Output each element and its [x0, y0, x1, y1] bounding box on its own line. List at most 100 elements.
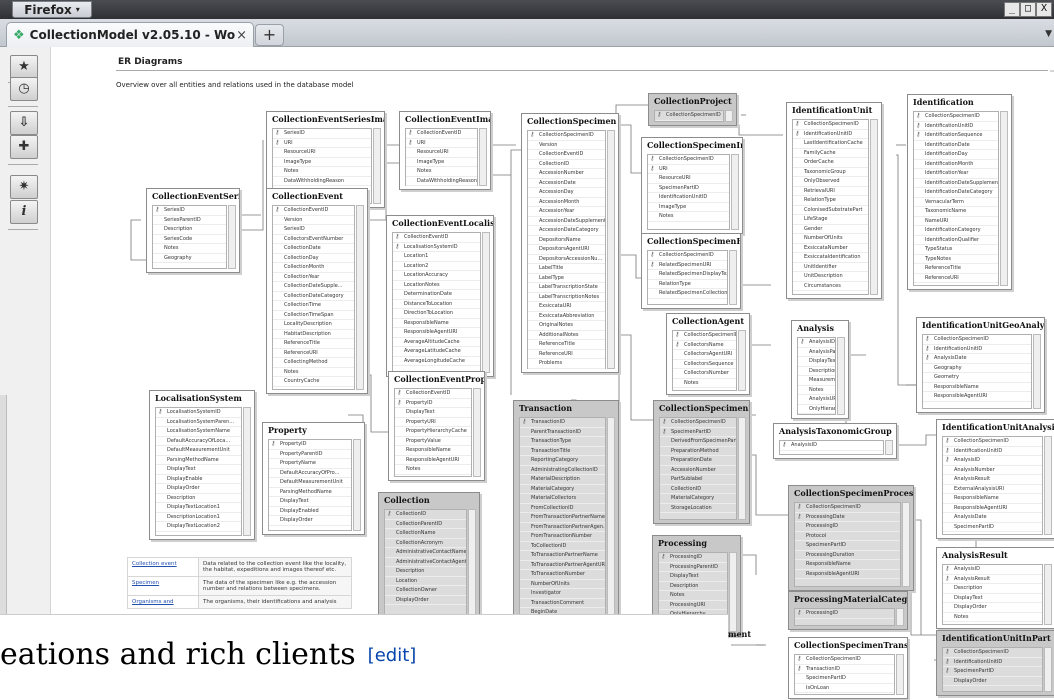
entity-table[interactable]: Property PropertyIDPropertyParentIDProper… [262, 422, 365, 535]
entity-scrollbar[interactable] [738, 417, 746, 520]
entity-scrollbar[interactable] [1044, 436, 1052, 535]
entity-table[interactable]: CollectionSpecimenTransaction CollectionS… [788, 637, 908, 699]
entity-field: SeriesID [273, 225, 354, 235]
history-icon[interactable]: ◷ [10, 77, 38, 101]
entity-scrollbar[interactable] [468, 509, 476, 615]
entity-scrollbar[interactable] [373, 128, 381, 204]
entity-scrollbar[interactable] [243, 407, 251, 536]
entity-scrollbar[interactable] [729, 250, 737, 305]
entity-scrollbar[interactable] [356, 205, 364, 390]
entity-field: DisplayText [798, 357, 835, 367]
entity-scrollbar[interactable] [738, 330, 746, 391]
key-field: LocalisationSystemID [393, 243, 480, 252]
maximize-button[interactable]: □ [1020, 2, 1036, 17]
legend-description: The organisms, their identifications and… [198, 595, 352, 609]
entity-scrollbar[interactable] [473, 388, 481, 477]
entity-scrollbar[interactable] [885, 440, 893, 455]
entity-table[interactable]: CollectionEventProperty CollectionEventID… [388, 371, 485, 481]
entity-table[interactable]: IdentificationUnitInPart CollectionSpecim… [936, 630, 1054, 696]
entity-field: ReferenceTitle [528, 340, 605, 350]
entity-title: AnalysisResult [942, 550, 1008, 560]
minimize-button[interactable]: _ [1004, 2, 1020, 17]
entity-field: ToTransactionPartnerName [520, 551, 605, 561]
entity-scrollbar[interactable] [353, 439, 361, 531]
entity-table[interactable]: ProcessingMaterialCategory ProcessingID [788, 591, 908, 630]
entity-table[interactable]: CollectionSpecimenRelation CollectionSpec… [641, 233, 741, 309]
tab-collection-model[interactable]: ❖ CollectionModel v2.05.10 - Workb... × [6, 22, 254, 47]
entity-scrollbar[interactable] [896, 654, 904, 695]
new-tab-button[interactable]: + [255, 24, 284, 46]
entity-title: Collection [384, 495, 430, 505]
entity-scrollbar[interactable] [870, 119, 878, 295]
entity-title: LocalisationSystem [155, 393, 242, 403]
entity-scrollbar[interactable] [1044, 647, 1052, 692]
entity-scrollbar[interactable] [837, 337, 845, 415]
left-scrollbar[interactable] [0, 395, 7, 625]
entity-table[interactable]: IdentificationUnitGeoAnalysis CollectionS… [916, 317, 1045, 413]
entity-field: AnalysisParentID [798, 348, 835, 357]
entity-table[interactable]: CollectionProject CollectionSpecimenID [648, 93, 737, 126]
settings-icon[interactable]: ✷ [10, 175, 38, 199]
entity-scrollbar[interactable] [607, 130, 615, 369]
entity-field: ResponsibleName [393, 319, 480, 328]
edit-link[interactable]: [edit] [368, 645, 417, 666]
entity-table[interactable]: CollectionSpecimenImage CollectionSpecime… [641, 137, 743, 234]
entity-field: AnalysisResult [943, 475, 1042, 485]
entity-table[interactable]: CollectionAgentCollectionSpecimenIDColle… [666, 313, 750, 395]
legend-link[interactable]: Collection event [127, 557, 199, 577]
entity-field-list: CollectionSpecimenIDCollectorsNameCollec… [672, 330, 737, 391]
entity-table[interactable]: Collection CollectionIDCollectionParentID… [378, 492, 480, 619]
entity-field: CollectionOwner [385, 586, 466, 596]
entity-table[interactable]: CollectionSpecimenProcessing CollectionSp… [788, 485, 914, 591]
entity-table[interactable]: CollectionSpecimen CollectionSpecimenIDVe… [521, 113, 619, 373]
firefox-menu-button[interactable]: Firefox ▾ [12, 1, 92, 18]
tab-close-button[interactable]: × [236, 28, 247, 43]
entity-field: DisplayTextLocation1 [156, 503, 241, 513]
entity-title: CollectionSpecimenPart [659, 403, 749, 413]
entity-table[interactable]: IdentificationCollectionSpecimenIDIdenti… [907, 94, 1012, 290]
entity-scrollbar[interactable] [902, 502, 910, 587]
legend-link[interactable]: Organisms and [127, 595, 199, 609]
entity-scrollbar[interactable] [725, 110, 733, 122]
entity-scrollbar[interactable] [896, 608, 904, 626]
entity-scrollbar[interactable] [1044, 564, 1052, 625]
legend-link[interactable]: Specimen [127, 576, 199, 596]
entity-table[interactable]: CollectionEventLocalisation CollectionEve… [386, 215, 494, 377]
entity-scrollbar[interactable] [479, 128, 487, 186]
entity-scrollbar[interactable] [482, 232, 490, 373]
bookmark-icon[interactable]: ★ [10, 55, 38, 79]
entity-table[interactable]: CollectionEvent CollectionEventIDVersionS… [266, 188, 368, 394]
entity-field: LabelTranscriptionState [528, 283, 605, 293]
download-icon[interactable]: ⇩ [10, 111, 38, 135]
tab-list-icon[interactable]: ▼ [1045, 29, 1052, 39]
entity-scrollbar[interactable] [228, 205, 236, 269]
entity-table[interactable]: AnalysisTaxonomicGroup AnalysisID [773, 423, 897, 459]
entity-field: CollectionParentID [385, 520, 466, 529]
entity-table[interactable]: CollectionSpecimenPart CollectionSpecimen… [653, 400, 750, 524]
entity-table[interactable]: AnalysisResultAnalysisIDAnalysisResultDe… [936, 547, 1054, 629]
entity-scrollbar[interactable] [1000, 111, 1008, 286]
key-field: CollectionSpecimenID [660, 418, 736, 428]
entity-table[interactable]: CollectionEventSeries SeriesIDSeriesParen… [146, 188, 240, 273]
entity-field: DepositorsAgentURI [528, 245, 605, 255]
entity-field-list: AnalysisID [779, 440, 884, 455]
entity-field: ParsingMethodName [156, 456, 241, 465]
browser-title-bar: Firefox ▾ _ □ X [0, 0, 1054, 19]
entity-field: Problems [528, 359, 605, 369]
entity-table[interactable]: IdentificationUnit CollectionSpecimenIDId… [786, 102, 882, 299]
entity-table[interactable]: IdentificationUnitAnalysis CollectionSpec… [936, 419, 1054, 539]
addon-icon[interactable]: ✚ [10, 135, 38, 159]
entity-field: IdentificationUnitID [648, 193, 729, 203]
entity-table[interactable]: Analysis AnalysisIDAnalysisParentIDDispla… [791, 320, 849, 419]
entity-table[interactable]: LocalisationSystemLocalisationSystemIDLo… [149, 390, 255, 540]
close-window-button[interactable]: X [1036, 2, 1052, 17]
entity-field: ProcessingURI [659, 601, 727, 610]
entity-field: ResponsibleName [943, 494, 1042, 504]
entity-table[interactable]: CollectionEventImage CollectionEventIDURI… [399, 111, 491, 190]
entity-scrollbar[interactable] [729, 552, 737, 632]
entity-field: ResponsibleAgentURI [795, 570, 900, 579]
entity-scrollbar[interactable] [731, 154, 739, 230]
entity-field-list: CollectionEventIDURIResourceURIImageType… [405, 128, 478, 186]
entity-scrollbar[interactable] [1033, 334, 1041, 409]
info-icon[interactable]: i [10, 200, 38, 224]
